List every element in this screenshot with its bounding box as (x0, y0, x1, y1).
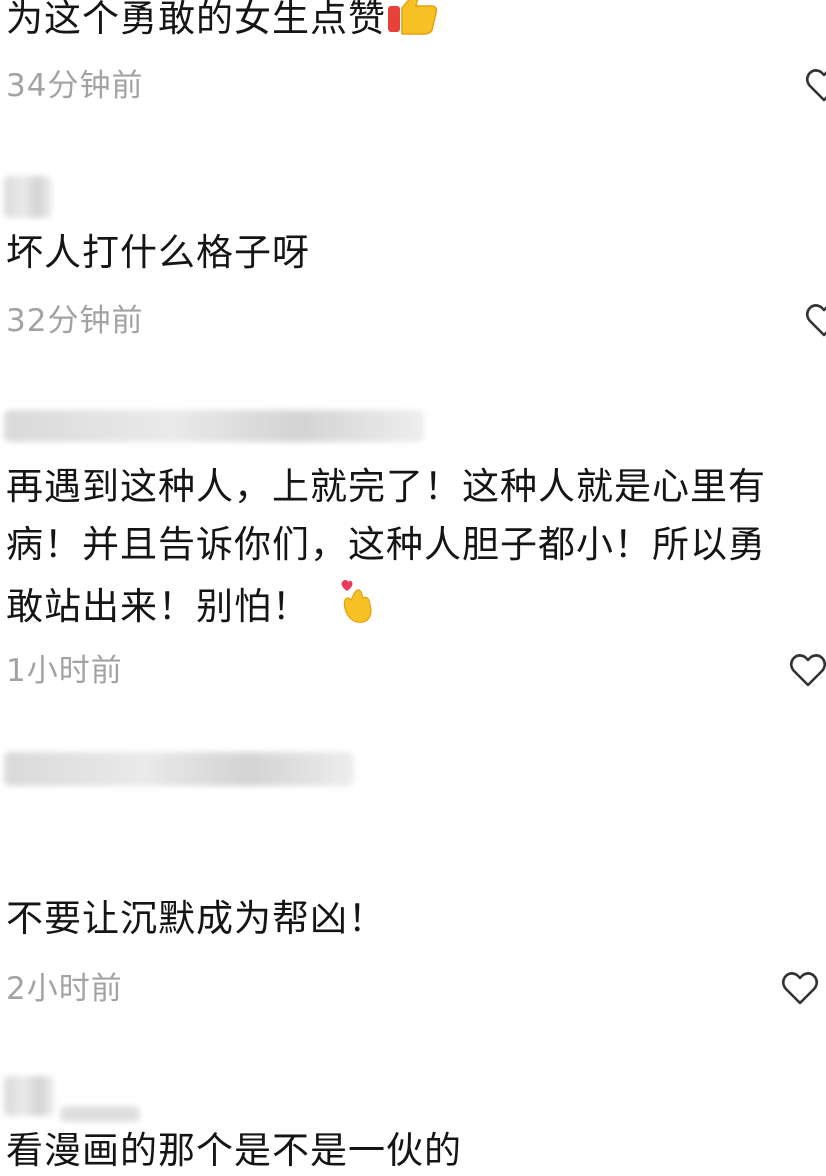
thumbs-up-icon (386, 0, 440, 49)
comment-item: 再遇到这种人，上就完了！这种人就是心里有 病！并且告诉你们，这种人胆子都小！所以… (0, 380, 826, 700)
comment-text: 看漫画的那个是不是一伙的 (6, 1129, 462, 1172)
comment-text-line: 敢站出来！别怕！ (6, 578, 377, 639)
comment-text-content: 敢站出来！别怕！ (6, 585, 310, 628)
comment-text-content: 为这个勇敢的女生点赞 (6, 0, 386, 40)
comment-item: 坏人打什么格子呀 32分钟前 (0, 170, 826, 350)
comment-text: 为这个勇敢的女生点赞 (6, 0, 440, 49)
username-blurred (4, 1076, 54, 1116)
heart-icon[interactable] (804, 66, 826, 106)
comment-item: 看漫画的那个是不是一伙的 (0, 1066, 826, 1172)
comment-item: 为这个勇敢的女生点赞 34分钟前 (0, 0, 826, 120)
comment-text-line: 病！并且告诉你们，这种人胆子都小！所以勇 (6, 523, 766, 566)
username-blurred (4, 176, 52, 218)
username-blurred (4, 752, 354, 786)
comment-timestamp: 32分钟前 (6, 303, 144, 339)
heart-icon[interactable] (804, 301, 826, 341)
comment-timestamp: 34分钟前 (6, 68, 144, 104)
comment-timestamp: 1小时前 (6, 653, 123, 689)
heart-icon[interactable] (780, 969, 820, 1009)
comment-text: 不要让沉默成为帮凶！ (6, 897, 386, 940)
comment-text-line: 再遇到这种人，上就完了！这种人就是心里有 (6, 465, 766, 508)
heart-icon[interactable] (788, 651, 826, 691)
username-blurred (60, 1106, 140, 1122)
comment-text: 坏人打什么格子呀 (6, 231, 310, 274)
comment-timestamp: 2小时前 (6, 971, 123, 1007)
finger-heart-icon (337, 578, 377, 639)
comment-item: 不要让沉默成为帮凶！ 2小时前 (0, 730, 826, 1030)
username-blurred (4, 410, 424, 442)
